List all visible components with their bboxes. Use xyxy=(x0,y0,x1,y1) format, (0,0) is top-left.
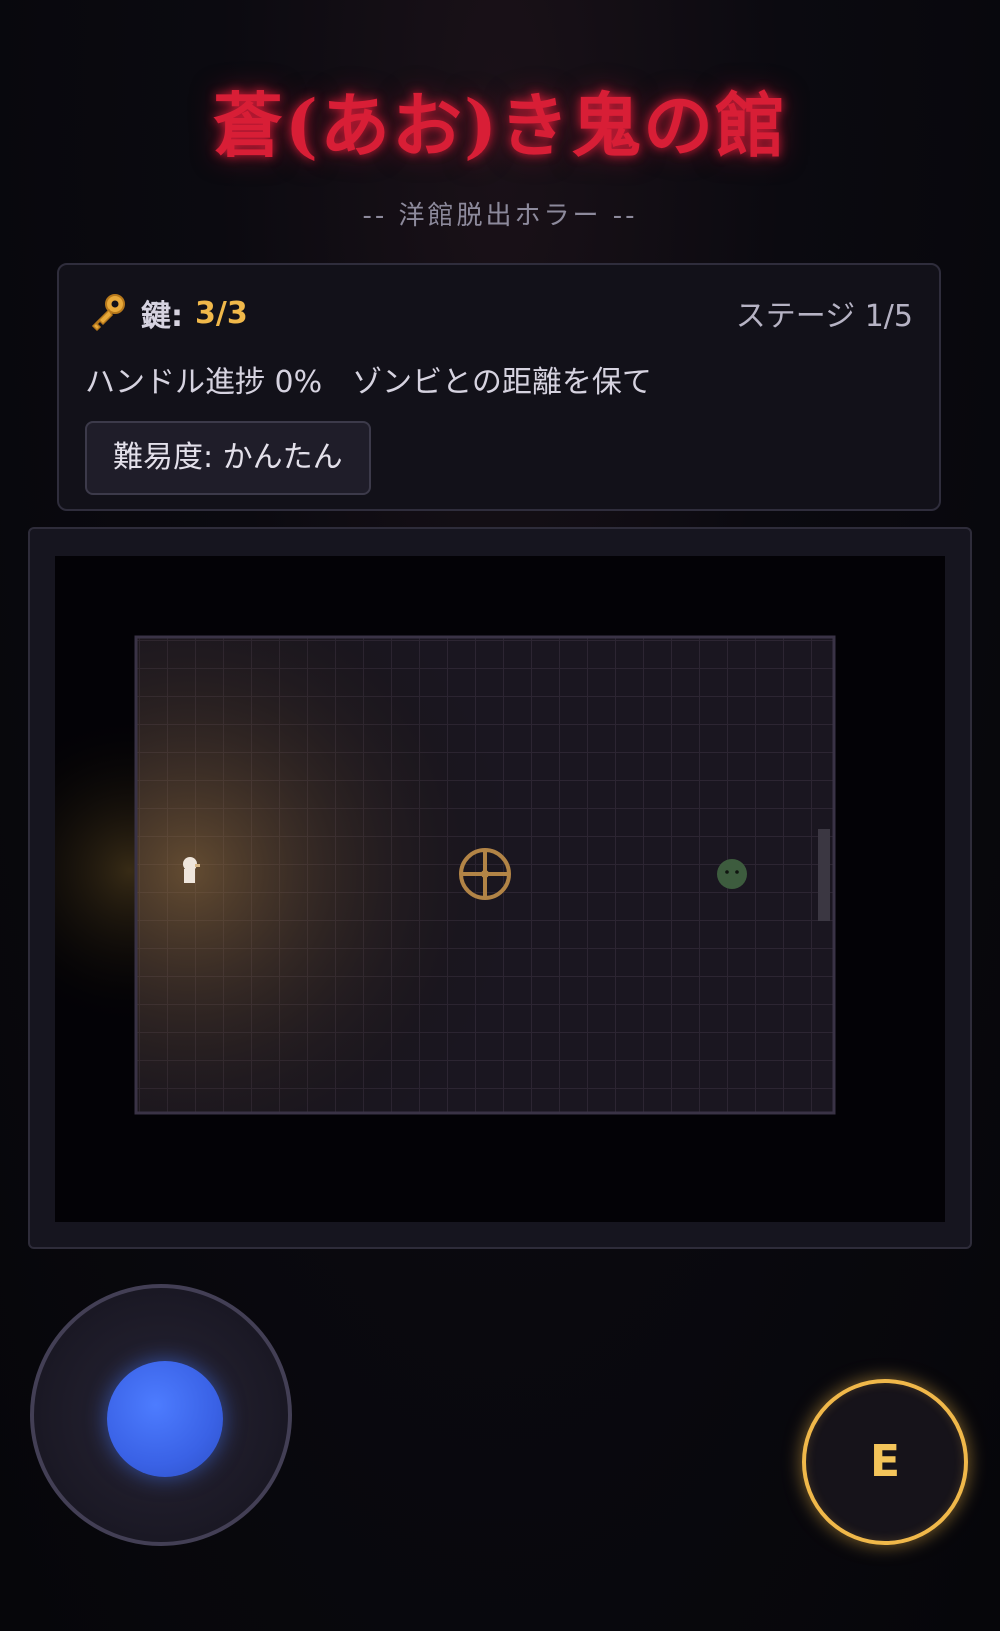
key-status: 鍵: 3/3 xyxy=(85,291,248,335)
zombie-enemy xyxy=(717,859,747,889)
status-panel: 鍵: 3/3 ステージ 1/5 ハンドル進捗 0% ゾンビとの距離を保て 難易度… xyxy=(57,263,941,511)
key-icon xyxy=(91,294,125,332)
game-title: 蒼(あお)き鬼の館 xyxy=(212,84,788,167)
stage-indicator: ステージ 1/5 xyxy=(735,299,913,334)
valve-handle[interactable] xyxy=(459,848,511,900)
exit-door[interactable] xyxy=(818,829,830,921)
joystick-base[interactable] xyxy=(30,1284,292,1546)
key-label: 鍵: xyxy=(141,299,183,334)
game-subtitle: -- 洋館脱出ホラー -- xyxy=(362,201,638,231)
difficulty-button[interactable]: 難易度: かんたん xyxy=(85,421,371,495)
progress-text: ハンドル進捗 0% ゾンビとの距離を保て xyxy=(85,365,652,400)
key-count: 3/3 xyxy=(195,295,248,331)
game-canvas[interactable] xyxy=(55,556,945,1222)
joystick-knob[interactable] xyxy=(107,1361,223,1477)
action-button[interactable]: E xyxy=(802,1379,968,1545)
